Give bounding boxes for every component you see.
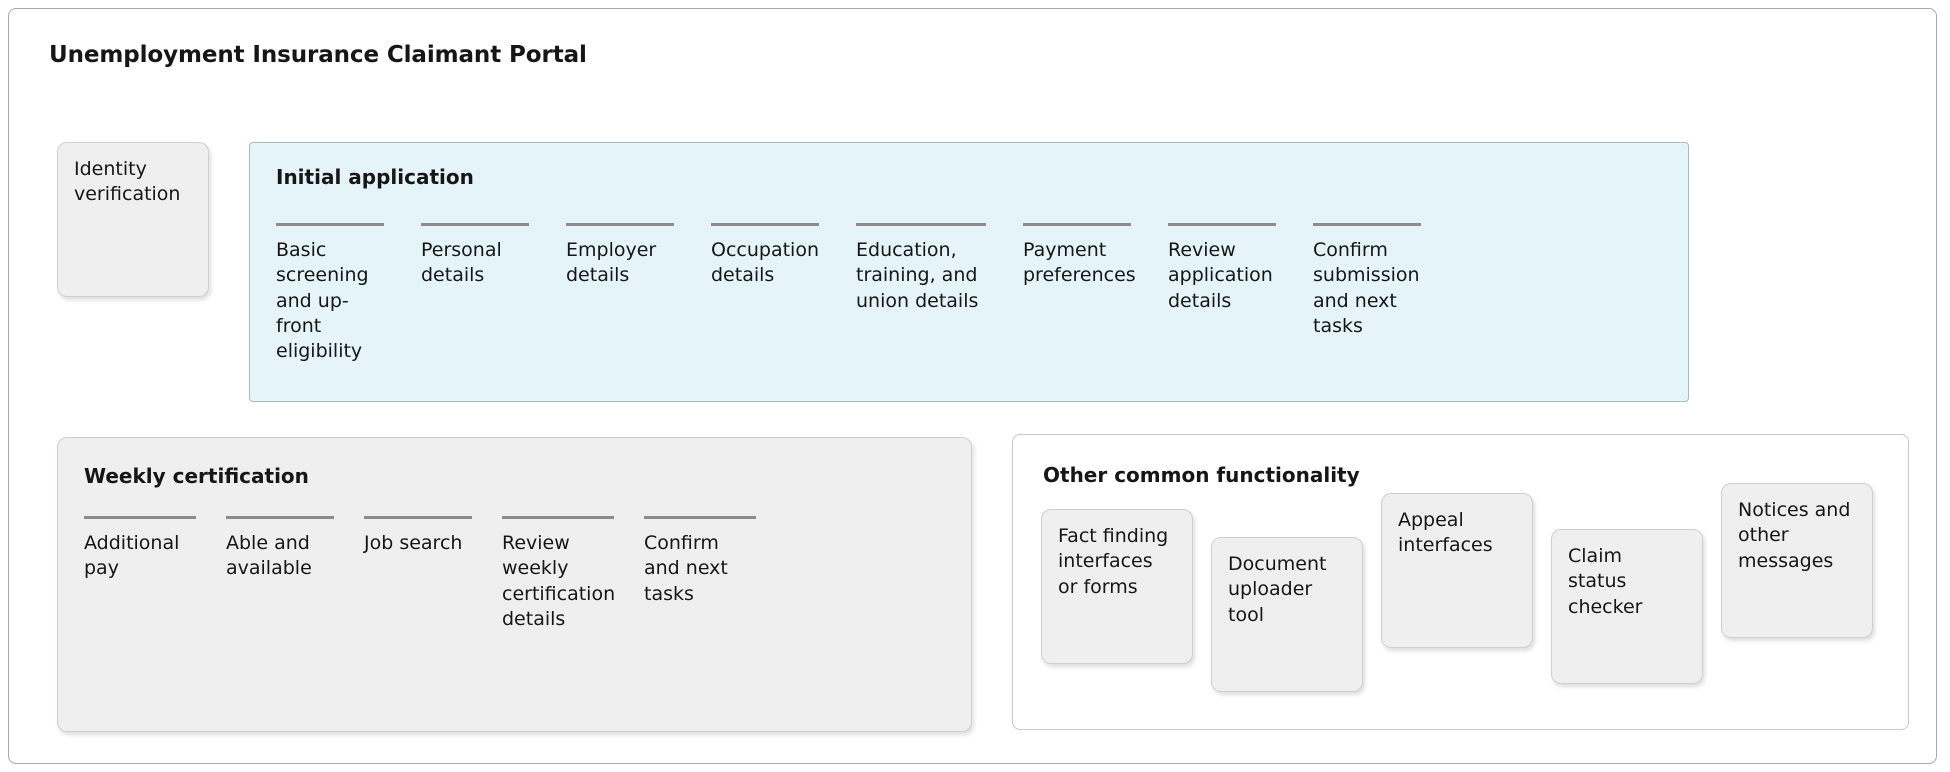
initial-application-heading: Initial application — [276, 165, 474, 189]
initial-step-personal-details[interactable]: Personal details — [421, 223, 529, 289]
weekly-step-review-details[interactable]: Review weekly certification details — [502, 516, 615, 632]
tile-claim-status-checker[interactable]: Claim status checker — [1551, 529, 1703, 684]
weekly-step-confirm-next-tasks[interactable]: Confirm and next tasks — [644, 516, 756, 607]
initial-application-panel: Initial application Basic screening and … — [249, 142, 1689, 402]
weekly-step-job-search[interactable]: Job search — [364, 516, 472, 556]
portal-diagram-container: Unemployment Insurance Claimant Portal I… — [8, 8, 1937, 764]
initial-step-payment-preferences[interactable]: Payment preferences — [1023, 223, 1136, 289]
initial-step-education-training-union[interactable]: Education, training, and union details — [856, 223, 986, 314]
initial-step-confirm-submission[interactable]: Confirm submission and next tasks — [1313, 223, 1421, 339]
tile-document-uploader-tool[interactable]: Document uploader tool — [1211, 537, 1363, 692]
initial-application-steps: Basic screening and up-front eligibility… — [276, 223, 1668, 364]
initial-step-occupation-details[interactable]: Occupation details — [711, 223, 819, 289]
initial-step-basic-screening[interactable]: Basic screening and up-front eligibility — [276, 223, 384, 364]
identity-verification-card[interactable]: Identity verification — [57, 142, 209, 297]
weekly-step-additional-pay[interactable]: Additional pay — [84, 516, 196, 582]
weekly-step-able-and-available[interactable]: Able and available — [226, 516, 334, 582]
initial-step-review-application[interactable]: Review application details — [1168, 223, 1276, 314]
weekly-certification-panel: Weekly certification Additional pay Able… — [57, 437, 972, 732]
other-common-functionality-panel: Other common functionality Fact finding … — [1012, 434, 1909, 730]
weekly-certification-steps: Additional pay Able and available Job se… — [84, 516, 955, 632]
page-title: Unemployment Insurance Claimant Portal — [49, 42, 587, 68]
initial-step-employer-details[interactable]: Employer details — [566, 223, 674, 289]
tile-notices-and-messages[interactable]: Notices and other messages — [1721, 483, 1873, 638]
tile-fact-finding-interfaces[interactable]: Fact finding interfaces or forms — [1041, 509, 1193, 664]
weekly-certification-heading: Weekly certification — [84, 464, 309, 488]
other-common-functionality-heading: Other common functionality — [1043, 463, 1360, 487]
identity-verification-label: Identity verification — [74, 158, 181, 206]
tile-appeal-interfaces[interactable]: Appeal interfaces — [1381, 493, 1533, 648]
